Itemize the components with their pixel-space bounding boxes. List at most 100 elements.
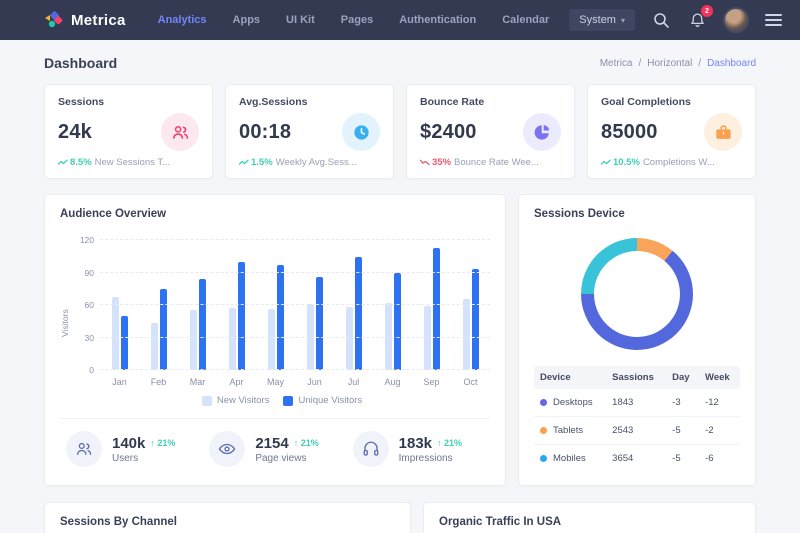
bar-unique-apr[interactable]	[238, 262, 245, 370]
search-button[interactable]	[651, 10, 671, 30]
breadcrumb-current: Dashboard	[707, 58, 756, 69]
stat-card-goal-completions: Goal Completions 85000 10.5% Completions…	[587, 84, 756, 179]
bar-new-jul[interactable]	[346, 307, 353, 370]
bar-unique-aug[interactable]	[394, 273, 401, 371]
bar-unique-sep[interactable]	[433, 248, 440, 370]
nav-item-ui-kit[interactable]: UI Kit	[286, 14, 315, 26]
bar-unique-may[interactable]	[277, 265, 284, 370]
x-tick-label: Jan	[100, 377, 139, 387]
nav-item-calendar[interactable]: Calendar	[502, 14, 549, 26]
nav-item-analytics[interactable]: Analytics	[158, 14, 207, 26]
device-row-tablets: Tablets2543-5-2	[534, 417, 740, 445]
bar-new-may[interactable]	[268, 309, 275, 370]
users-icon	[66, 431, 102, 467]
legend-swatch-new	[202, 396, 212, 406]
x-tick-label: Oct	[451, 377, 490, 387]
col-sessions: Sassions	[606, 366, 666, 389]
chevron-down-icon: ▾	[621, 16, 625, 25]
bar-unique-jul[interactable]	[355, 257, 362, 370]
bar-group-apr[interactable]	[217, 240, 256, 370]
bar-group-sep[interactable]	[412, 240, 451, 370]
stat-page-views: 2154 ↑ 21% Page views	[203, 431, 346, 467]
trend-up-icon	[601, 159, 611, 166]
bar-unique-jan[interactable]	[121, 316, 128, 370]
x-tick-label: Feb	[139, 377, 178, 387]
audience-stats-row: 140k ↑ 21% Users 2154 ↑ 21% Page views	[60, 418, 490, 467]
breadcrumb-root[interactable]: Metrica	[600, 58, 633, 69]
bar-group-feb[interactable]	[139, 240, 178, 370]
notification-badge: 2	[701, 5, 713, 17]
trend-up-icon	[58, 159, 68, 166]
stat-users: 140k ↑ 21% Users	[60, 431, 203, 467]
bar-group-may[interactable]	[256, 240, 295, 370]
x-tick-label: Jul	[334, 377, 373, 387]
x-tick-label: Sep	[412, 377, 451, 387]
bar-new-sep[interactable]	[424, 306, 431, 370]
briefcase-icon	[704, 113, 742, 151]
x-tick-label: May	[256, 377, 295, 387]
legend-swatch-unique	[283, 396, 293, 406]
y-tick-label: 0	[74, 365, 94, 375]
y-tick-label: 120	[74, 235, 94, 245]
device-table: Device Sassions Day Week Desktops1843-3-…	[534, 366, 740, 472]
trend-down-icon	[420, 159, 430, 166]
bar-unique-jun[interactable]	[316, 277, 323, 370]
stat-desc: New Sessions T...	[95, 157, 170, 168]
col-day: Day	[666, 366, 699, 389]
x-axis-labels: JanFebMarAprMayJunJulAugSepOct	[100, 377, 490, 387]
bar-new-feb[interactable]	[151, 323, 158, 370]
bar-new-jan[interactable]	[112, 297, 119, 370]
stat-label: Users	[112, 453, 175, 464]
stat-desc: Weekly Avg.Sess...	[276, 157, 357, 168]
legend-unique-visitors[interactable]: Unique Visitors	[283, 395, 362, 406]
stat-value: $2400	[420, 121, 477, 144]
bar-new-oct[interactable]	[463, 299, 470, 371]
bar-new-apr[interactable]	[229, 308, 236, 370]
legend-new-visitors[interactable]: New Visitors	[202, 395, 270, 406]
notifications-button[interactable]: 2	[687, 10, 707, 30]
system-dropdown[interactable]: System ▾	[569, 9, 635, 31]
breadcrumb-section[interactable]: Horizontal	[647, 58, 692, 69]
device-dot-icon	[540, 427, 547, 434]
sessions-device-title: Sessions Device	[534, 208, 740, 220]
brand[interactable]: Metrica	[44, 10, 126, 30]
delta-badge: ↑ 21%	[150, 438, 175, 448]
bar-groups[interactable]	[100, 240, 490, 370]
nav-item-pages[interactable]: Pages	[341, 14, 373, 26]
device-dot-icon	[540, 399, 547, 406]
top-navbar: Metrica Analytics Apps UI Kit Pages Auth…	[0, 0, 800, 40]
bar-group-mar[interactable]	[178, 240, 217, 370]
stat-title: Goal Completions	[601, 96, 742, 108]
bar-group-jan[interactable]	[100, 240, 139, 370]
stat-label: Impressions	[399, 453, 462, 464]
y-tick-label: 60	[74, 300, 94, 310]
audience-overview-card: Audience Overview Visitors 0306090120 Ja…	[44, 194, 506, 486]
device-row-mobiles: Mobiles3654-5-6	[534, 445, 740, 473]
y-tick-label: 90	[74, 268, 94, 278]
audience-bar-chart: Visitors 0306090120 JanFebMarAprMayJunJu…	[60, 240, 490, 406]
bar-unique-feb[interactable]	[160, 289, 167, 370]
nav-item-authentication[interactable]: Authentication	[399, 14, 476, 26]
sessions-device-donut-chart[interactable]	[581, 238, 693, 350]
stat-label: Page views	[255, 453, 318, 464]
device-table-body: Desktops1843-3-12Tablets2543-5-2Mobiles3…	[534, 389, 740, 472]
bar-unique-mar[interactable]	[199, 279, 206, 370]
stat-desc: Bounce Rate Wee...	[454, 157, 539, 168]
bar-unique-oct[interactable]	[472, 269, 479, 370]
user-avatar[interactable]	[723, 7, 749, 33]
bar-chart-plot: 0306090120	[100, 240, 490, 370]
bar-group-jul[interactable]	[334, 240, 373, 370]
pie-chart-icon	[523, 113, 561, 151]
bar-group-aug[interactable]	[373, 240, 412, 370]
bar-group-oct[interactable]	[451, 240, 490, 370]
stat-value: 85000	[601, 121, 658, 144]
main-nav: Analytics Apps UI Kit Pages Authenticati…	[158, 14, 550, 26]
nav-item-apps[interactable]: Apps	[233, 14, 261, 26]
sessions-device-card: Sessions Device Device Sassions Day Week…	[518, 194, 756, 486]
delta-badge: ↑ 21%	[294, 438, 319, 448]
x-tick-label: Mar	[178, 377, 217, 387]
x-tick-label: Apr	[217, 377, 256, 387]
menu-toggle-icon[interactable]	[765, 14, 782, 26]
bar-group-jun[interactable]	[295, 240, 334, 370]
bar-new-mar[interactable]	[190, 310, 197, 370]
